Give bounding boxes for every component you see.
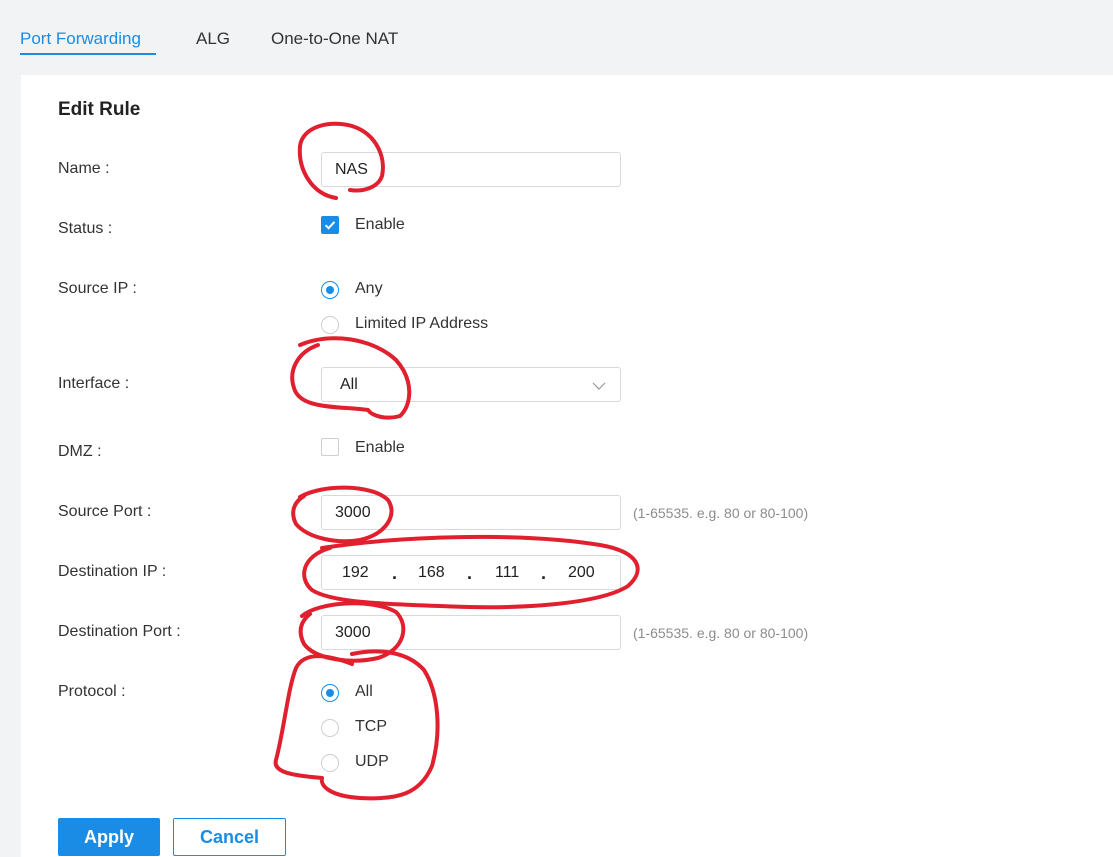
chevron-down-icon xyxy=(592,382,606,390)
interface-select-value: All xyxy=(340,376,358,393)
interface-select[interactable]: All xyxy=(321,367,621,402)
protocol-udp-label: UDP xyxy=(355,753,389,770)
ip-separator: . xyxy=(467,563,473,583)
dmz-enable-checkbox[interactable] xyxy=(321,438,339,456)
cancel-button[interactable]: Cancel xyxy=(173,818,286,856)
protocol-all-radio[interactable] xyxy=(321,684,339,702)
protocol-tcp-radio[interactable] xyxy=(321,719,339,737)
destination-ip-octet-4[interactable]: 200 xyxy=(568,556,595,589)
source-ip-limited-radio[interactable] xyxy=(321,316,339,334)
tab-alg[interactable]: ALG xyxy=(196,29,230,49)
protocol-tcp-label: TCP xyxy=(355,718,387,735)
source-port-input[interactable]: 3000 xyxy=(321,495,621,530)
source-ip-any-label: Any xyxy=(355,280,383,297)
destination-port-input[interactable]: 3000 xyxy=(321,615,621,650)
ip-separator: . xyxy=(392,563,398,583)
protocol-all-label: All xyxy=(355,683,373,700)
destination-port-label: Destination Port : xyxy=(58,623,181,640)
tab-bar: Port Forwarding ALG One-to-One NAT xyxy=(0,0,1113,75)
protocol-label: Protocol : xyxy=(58,683,126,700)
tab-port-forwarding[interactable]: Port Forwarding xyxy=(20,29,141,49)
protocol-udp-radio[interactable] xyxy=(321,754,339,772)
name-label: Name : xyxy=(58,160,110,177)
destination-port-hint: (1-65535. e.g. 80 or 80-100) xyxy=(633,625,809,641)
source-ip-limited-label: Limited IP Address xyxy=(355,315,489,332)
status-label: Status : xyxy=(58,220,113,237)
destination-ip-label: Destination IP : xyxy=(58,563,167,580)
source-port-label: Source Port : xyxy=(58,503,152,520)
ip-separator: . xyxy=(541,563,547,583)
form-title: Edit Rule xyxy=(58,99,141,120)
interface-label: Interface : xyxy=(58,375,130,392)
edit-rule-panel xyxy=(21,75,1113,857)
dmz-enable-label: Enable xyxy=(355,439,405,456)
name-input[interactable]: NAS xyxy=(321,152,621,187)
destination-ip-octet-2[interactable]: 168 xyxy=(418,556,445,589)
active-tab-indicator xyxy=(20,53,156,55)
status-enable-label: Enable xyxy=(355,216,405,233)
destination-ip-octet-3[interactable]: 111 xyxy=(495,556,519,589)
apply-button[interactable]: Apply xyxy=(58,818,160,856)
checkmark-icon xyxy=(324,221,336,230)
source-ip-label: Source IP : xyxy=(58,280,137,297)
dmz-label: DMZ : xyxy=(58,443,102,460)
tab-one-to-one-nat[interactable]: One-to-One NAT xyxy=(271,29,398,49)
source-ip-any-radio[interactable] xyxy=(321,281,339,299)
status-enable-checkbox[interactable] xyxy=(321,216,339,234)
destination-ip-input[interactable]: 192 . 168 . 111 . 200 xyxy=(321,555,621,590)
source-port-hint: (1-65535. e.g. 80 or 80-100) xyxy=(633,505,809,521)
destination-ip-octet-1[interactable]: 192 xyxy=(342,556,369,589)
